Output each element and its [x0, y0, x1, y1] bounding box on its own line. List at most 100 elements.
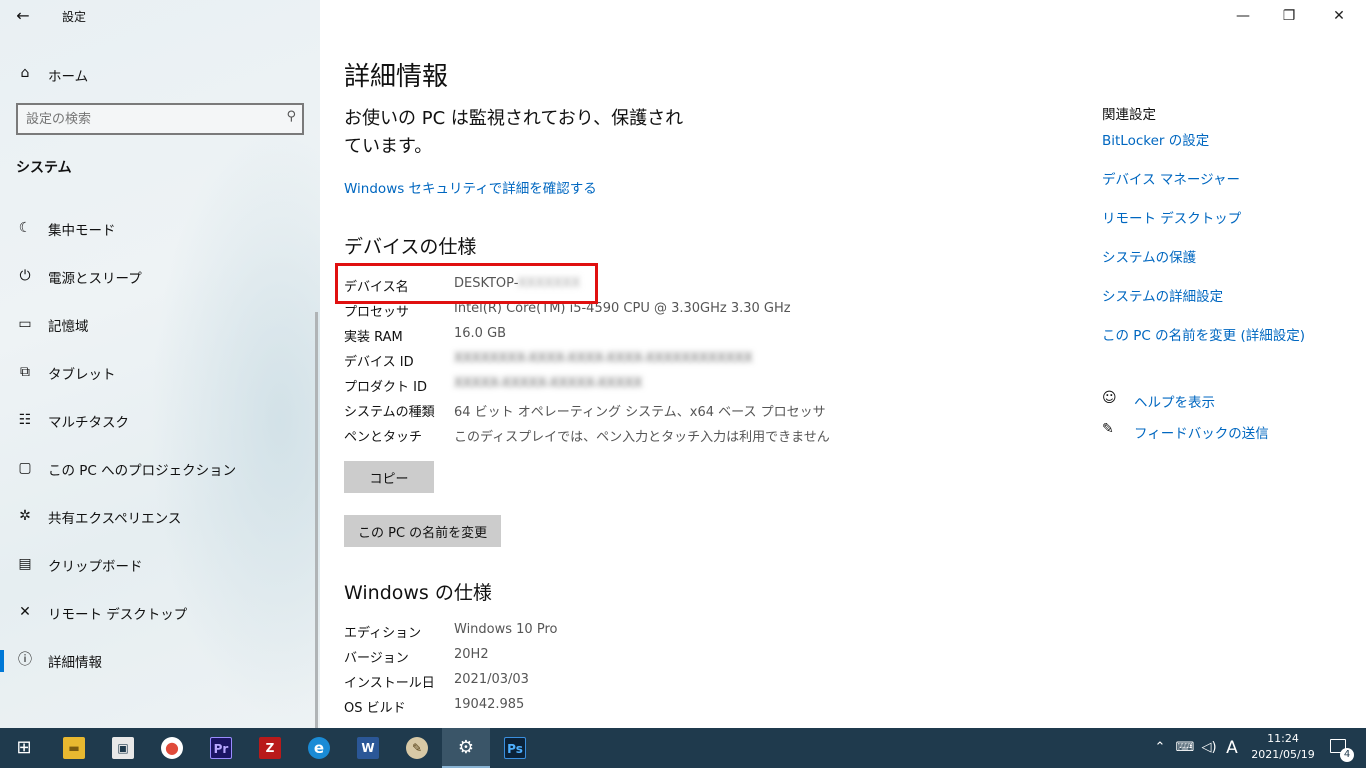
titlebar-left: ← 設定 [0, 0, 320, 32]
sidebar-item-remote-desktop[interactable]: ✕ リモート デスクトップ [0, 594, 320, 642]
remote-desktop-link[interactable]: リモート デスクトップ [1102, 207, 1241, 227]
sidebar-item-label: マルチタスク [48, 415, 129, 431]
search-icon[interactable]: ⚲ [286, 109, 296, 124]
sidebar-item-multitasking[interactable]: ☷ マルチタスク [0, 402, 320, 450]
taskbar-settings[interactable]: ⚙ [442, 728, 490, 768]
sidebar-item-home[interactable]: ⌂ ホーム [0, 58, 320, 88]
page-title: 詳細情報 [344, 62, 449, 92]
taskbar-clock[interactable]: 11:24 2021/05/19 [1248, 731, 1318, 763]
sidebar-item-label: クリップボード [48, 559, 143, 575]
ime-mode-indicator[interactable]: A [1222, 728, 1242, 768]
word-icon: W [357, 737, 379, 759]
system-protection-link[interactable]: システムの保護 [1102, 246, 1196, 266]
bitlocker-settings-link[interactable]: BitLocker の設定 [1102, 129, 1209, 149]
sidebar-item-clipboard[interactable]: ▤ クリップボード [0, 546, 320, 594]
home-icon: ⌂ [20, 65, 30, 81]
sidebar-scrollbar[interactable] [315, 312, 318, 728]
sidebar-item-storage[interactable]: ▭ 記憶域 [0, 306, 320, 354]
feedback-item[interactable]: ✎ フィードバックの送信 [1102, 420, 1362, 442]
start-button[interactable]: ⊞ [0, 728, 48, 768]
sidebar-item-focus-assist[interactable]: ☾ 集中モード [0, 210, 320, 258]
sidebar-item-label: 記憶域 [48, 319, 89, 335]
spec-key: バージョン [344, 651, 409, 666]
advanced-system-settings-link[interactable]: システムの詳細設定 [1102, 285, 1223, 305]
feedback-link[interactable]: フィードバックの送信 [1134, 422, 1269, 442]
spec-value: 64 ビット オペレーティング システム、x64 ベース プロセッサ [454, 405, 826, 420]
storage-icon: ▭ [18, 316, 32, 332]
sidebar-item-shared-experiences[interactable]: ✲ 共有エクスペリエンス [0, 498, 320, 546]
spec-value: 19042.985 [454, 697, 525, 712]
maximize-icon[interactable]: ❐ [1266, 0, 1312, 32]
clock-time: 11:24 [1267, 732, 1299, 745]
sidebar-item-projecting[interactable]: ▢ この PC へのプロジェクション [0, 450, 320, 498]
sidebar-item-tablet[interactable]: ⧉ タブレット [0, 354, 320, 402]
filezilla-icon: Z [259, 737, 281, 759]
sidebar-section-title: システム [16, 160, 72, 176]
store-bag-icon: ▣ [112, 737, 134, 759]
moon-icon: ☾ [18, 220, 32, 236]
action-center-button[interactable]: 4 [1318, 728, 1358, 768]
sidebar-item-power-sleep[interactable]: ⏻ 電源とスリープ [0, 258, 320, 306]
spec-value: このディスプレイでは、ペン入力とタッチ入力は利用できません [454, 430, 830, 445]
spec-key: システムの種類 [344, 405, 435, 420]
windows-specs-title: Windows の仕様 [344, 582, 492, 604]
settings-search-box[interactable]: ⚲ [16, 103, 304, 135]
spec-key: エディション [344, 626, 422, 641]
rename-pc-button[interactable]: この PC の名前を変更 [344, 515, 502, 547]
windows-logo-icon: ⊞ [16, 737, 32, 758]
windows-security-link[interactable]: Windows セキュリティで詳細を確認する [344, 177, 597, 197]
sidebar-item-label: 詳細情報 [48, 655, 102, 671]
window-controls: — ❐ ✕ [1216, 0, 1366, 32]
sidebar-item-label: この PC へのプロジェクション [48, 463, 237, 479]
taskbar-paint[interactable]: ✎ [393, 728, 441, 768]
folder-icon: ▬ [63, 737, 85, 759]
remote-desktop-icon: ✕ [19, 604, 31, 620]
spec-key: デバイス ID [344, 355, 414, 370]
device-specs-title: デバイスの仕様 [344, 236, 477, 258]
taskbar-photoshop[interactable]: Ps [491, 728, 539, 768]
spec-key: インストール日 [344, 676, 435, 691]
close-icon[interactable]: ✕ [1316, 0, 1362, 32]
spec-value-redacted: XXXXX-XXXXX-XXXXX-XXXXX [454, 376, 643, 391]
chrome-icon: ● [161, 737, 183, 759]
related-settings-title: 関連設定 [1102, 107, 1156, 123]
sidebar: ← 設定 ⌂ ホーム ⚲ システム ☾ 集中モード ⏻ 電源とスリープ ▭ 記憶… [0, 0, 320, 728]
device-manager-link[interactable]: デバイス マネージャー [1102, 168, 1240, 188]
volume-icon[interactable]: ◁) [1197, 728, 1221, 768]
get-help-link[interactable]: ヘルプを表示 [1134, 391, 1215, 411]
network-icon[interactable]: ⌨ [1174, 728, 1196, 768]
spec-value: 16.0 GB [454, 326, 507, 341]
taskbar-word[interactable]: W [344, 728, 392, 768]
taskbar-filezilla[interactable]: Z [246, 728, 294, 768]
shared-experiences-icon: ✲ [19, 508, 31, 524]
taskbar-premiere[interactable]: Pr [197, 728, 245, 768]
sidebar-item-about[interactable]: ⓘ 詳細情報 [0, 642, 320, 690]
back-arrow-icon[interactable]: ← [10, 4, 36, 28]
get-help-item[interactable]: ☺ ヘルプを表示 [1102, 389, 1362, 411]
taskbar-edge[interactable]: e [295, 728, 343, 768]
notification-count-badge: 4 [1340, 748, 1354, 762]
search-input[interactable] [26, 110, 266, 128]
premiere-icon: Pr [210, 737, 232, 759]
feedback-icon: ✎ [1102, 421, 1114, 437]
main-content: — ❐ ✕ 詳細情報 お使いの PC は監視されており、保護されています。 Wi… [320, 0, 1366, 728]
spec-key: ペンとタッチ [344, 430, 423, 445]
projection-icon: ▢ [18, 460, 32, 476]
spec-key: OS ビルド [344, 701, 406, 716]
spec-value: 20H2 [454, 647, 489, 662]
sidebar-item-label: タブレット [48, 367, 116, 383]
minimize-icon[interactable]: — [1220, 0, 1266, 32]
clock-date: 2021/05/19 [1251, 748, 1315, 761]
taskbar-store[interactable]: ▣ [99, 728, 147, 768]
red-highlight-box [335, 263, 598, 304]
taskbar-chrome[interactable]: ● [148, 728, 196, 768]
protection-message: お使いの PC は監視されており、保護されています。 [344, 108, 684, 157]
clipboard-icon: ▤ [18, 556, 32, 572]
taskbar-file-explorer[interactable]: ▬ [50, 728, 98, 768]
spec-value: Windows 10 Pro [454, 622, 558, 637]
spec-key: プロダクト ID [344, 380, 427, 395]
rename-pc-advanced-link[interactable]: この PC の名前を変更 (詳細設定) [1102, 324, 1305, 344]
show-hidden-icons-chevron-icon[interactable]: ⌃ [1150, 728, 1170, 768]
sidebar-item-label: ホーム [48, 69, 89, 85]
copy-button[interactable]: コピー [344, 461, 434, 493]
